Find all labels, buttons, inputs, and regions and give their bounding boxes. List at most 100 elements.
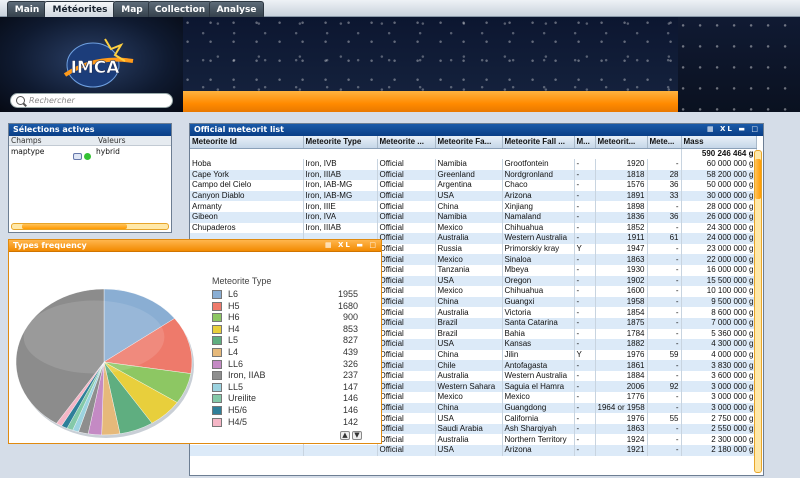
table-cell: -: [574, 434, 596, 446]
legend-label: H5: [228, 300, 240, 311]
chart-panel-title: Types frequency: [13, 241, 87, 250]
table-cell: 22 000 000 g: [681, 254, 757, 265]
selections-scrollbar[interactable]: [11, 223, 169, 230]
table-cell: 5 360 000 g: [681, 328, 757, 340]
table-cell: 1884: [595, 370, 648, 382]
legend-item[interactable]: L6 1955: [212, 289, 360, 301]
table-cell: Ash Sharqiyah: [502, 423, 575, 435]
table-cell: -: [574, 360, 596, 371]
table-cell: Official: [377, 169, 436, 181]
legend-scroll-down-button[interactable]: ▼: [352, 431, 362, 440]
table-cell: -: [647, 286, 682, 297]
legend-item[interactable]: L4 439: [212, 347, 360, 359]
table-row[interactable]: Chupaderos Iron, IIIAB Official Mexico Chihu…: [190, 222, 757, 234]
legend-value: 237: [342, 370, 358, 381]
legend-swatch: [212, 336, 222, 346]
tab-analyse[interactable]: Analyse: [209, 1, 264, 17]
column-header[interactable]: Mass: [681, 136, 757, 149]
pie-chart[interactable]: [14, 282, 204, 442]
table-cell: -: [647, 360, 682, 371]
print-icon[interactable]: ▦: [325, 241, 334, 249]
column-header[interactable]: M...: [574, 136, 596, 149]
table-cell: Official: [377, 423, 436, 435]
column-header[interactable]: Mete...: [647, 136, 682, 149]
table-cell: Grootfontein: [502, 159, 575, 170]
column-header[interactable]: Meteorite Id: [190, 136, 304, 149]
table-row[interactable]: Cape York Iron, IIIAB Official Greenland Nor…: [190, 169, 757, 181]
table-cell: 7 000 000 g: [681, 317, 757, 329]
legend-label: L5: [228, 335, 239, 346]
table-cell: 1863: [595, 423, 648, 435]
table-cell: Official: [377, 201, 436, 212]
table-cell: Chihuahua: [502, 222, 575, 234]
table-cell: Iron, IIIAB: [303, 169, 378, 181]
table-cell: USA: [435, 413, 503, 424]
legend-label: L6: [228, 289, 239, 299]
table-scrollbar[interactable]: [754, 150, 762, 473]
tab-collection[interactable]: Collection: [148, 1, 212, 17]
legend-swatch: [212, 406, 222, 415]
column-header[interactable]: Meteorite Type: [303, 136, 378, 149]
table-cell: 15 500 000 g: [681, 275, 757, 287]
logo-text: IMCA: [71, 58, 121, 78]
legend-item[interactable]: H6 900: [212, 312, 360, 324]
maximize-icon[interactable]: □: [369, 241, 378, 249]
table-cell: Official: [377, 402, 436, 414]
excel-export-icon[interactable]: XL: [338, 241, 352, 249]
tab-main[interactable]: Main: [7, 1, 47, 17]
legend-item[interactable]: H5 1680: [212, 301, 360, 313]
table-cell: 23 000 000 g: [681, 243, 757, 255]
table-row[interactable]: Canyon Diablo Iron, IAB-MG Official USA Ariz…: [190, 190, 757, 202]
table-cell: -: [647, 222, 682, 234]
legend-swatch: [212, 371, 222, 381]
legend-item[interactable]: H4 853: [212, 324, 360, 336]
legend-item[interactable]: L5 827: [212, 335, 360, 347]
column-header[interactable]: Meteorit...: [595, 136, 648, 149]
table-cell: 36: [647, 180, 682, 191]
table-row[interactable]: Gibeon Iron, IVA Official Namibia Namaland -1…: [190, 211, 757, 223]
table-cell: Official: [377, 370, 436, 382]
table-cell: -: [647, 317, 682, 329]
legend-item[interactable]: H4/5 142: [212, 417, 360, 429]
print-icon[interactable]: ▦: [707, 125, 716, 133]
table-cell: -: [574, 211, 596, 223]
legend-item[interactable]: LL6 326: [212, 359, 360, 371]
legend-item[interactable]: LL5 147: [212, 382, 360, 394]
eraser-icon[interactable]: [73, 152, 82, 160]
table-row[interactable]: Hoba Iron, IVB Official Namibia Grootfontein…: [190, 159, 757, 170]
table-cell: Cape York: [190, 169, 304, 181]
table-row[interactable]: Armanty Iron, IIIE Official China Xinjiang -1…: [190, 201, 757, 212]
table-cell: 2 750 000 g: [681, 413, 757, 424]
table-cell: Official: [377, 254, 436, 265]
table-cell: 61: [647, 233, 682, 244]
legend-item[interactable]: Ureilite 146: [212, 393, 360, 405]
imca-logo: IMCA: [63, 38, 134, 88]
table-cell: 55: [647, 413, 682, 424]
legend-scroll-up-button[interactable]: ▲: [340, 431, 350, 440]
maximize-icon[interactable]: □: [751, 125, 760, 133]
column-header[interactable]: Meteorite ...: [377, 136, 436, 149]
table-cell: Xinjiang: [502, 201, 575, 212]
legend-swatch: [212, 313, 222, 323]
column-header[interactable]: Meteorite Fall ...: [502, 136, 575, 149]
tab-map[interactable]: Map: [113, 1, 151, 17]
minimize-icon[interactable]: ▬: [356, 241, 365, 249]
selection-row[interactable]: maptype hybrid: [9, 146, 171, 160]
table-cell: 28 000 000 g: [681, 201, 757, 212]
legend-value: 146: [342, 393, 358, 404]
table-row[interactable]: Official USA Arizona -1921-2 180 000 g: [190, 445, 757, 456]
table-cell: 1882: [595, 339, 648, 350]
lock-status-icon[interactable]: [84, 152, 91, 160]
table-cell: -: [574, 402, 596, 414]
table-row[interactable]: Campo del Cielo Iron, IAB-MG Official Argen…: [190, 180, 757, 191]
search-input[interactable]: Rechercher: [10, 93, 173, 108]
table-cell: Northern Territory: [502, 434, 575, 446]
legend-item[interactable]: Iron, IIAB 237: [212, 370, 360, 382]
banner-orange-bar: [183, 91, 678, 112]
column-header[interactable]: Meteorite Fa...: [435, 136, 503, 149]
minimize-icon[interactable]: ▬: [738, 125, 747, 133]
legend-label: H4/5: [228, 416, 248, 427]
legend-item[interactable]: H5/6 146: [212, 405, 360, 417]
excel-export-icon[interactable]: XL: [720, 125, 734, 133]
tab-meteorites[interactable]: Météorites: [44, 1, 116, 17]
